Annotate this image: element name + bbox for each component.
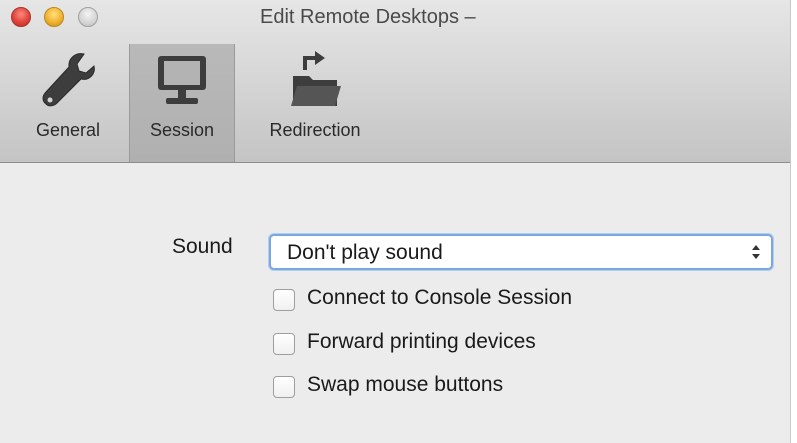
tab-redirection-label: Redirection	[269, 120, 361, 140]
forward-printing-devices-label: Forward printing devices	[307, 330, 536, 353]
monitor-icon	[150, 48, 214, 117]
swap-mouse-buttons-label: Swap mouse buttons	[307, 373, 504, 396]
zoom-button[interactable]	[78, 7, 98, 27]
folder-redirect-icon	[283, 48, 347, 117]
connect-console-session-checkbox[interactable]	[273, 289, 295, 311]
wrench-icon	[36, 48, 100, 117]
swap-mouse-buttons-checkbox[interactable]	[273, 376, 295, 398]
close-button[interactable]	[11, 7, 31, 27]
edit-remote-desktops-window: Edit Remote Desktops – General Session R…	[0, 0, 797, 443]
forward-printing-devices-checkbox[interactable]	[273, 333, 295, 355]
tab-general[interactable]: General	[18, 44, 118, 162]
window-edge	[790, 0, 797, 443]
select-arrows-icon	[751, 242, 761, 262]
tab-session-label: Session	[149, 120, 215, 140]
sound-select-value: Don't play sound	[287, 241, 443, 264]
sound-select[interactable]: Don't play sound	[269, 234, 773, 270]
window-toolbar: Edit Remote Desktops – General Session R…	[0, 0, 791, 163]
tab-general-label: General	[35, 120, 101, 140]
connect-console-session-label: Connect to Console Session	[307, 286, 572, 309]
tab-session[interactable]: Session	[129, 44, 235, 162]
tab-redirection[interactable]: Redirection	[250, 44, 380, 162]
minimize-button[interactable]	[44, 7, 64, 27]
window-title: Edit Remote Desktops –	[260, 6, 476, 28]
sound-label: Sound	[172, 235, 233, 258]
